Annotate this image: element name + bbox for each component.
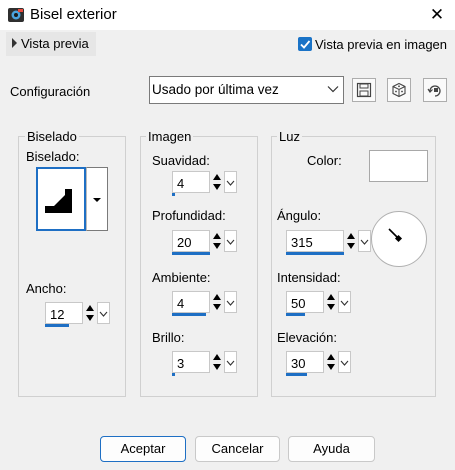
- chevron-down-icon: [226, 239, 235, 245]
- preview-in-image-checkbox[interactable]: [298, 37, 312, 51]
- reset-defaults-button[interactable]: [423, 78, 447, 102]
- angle-label: Ángulo:: [277, 208, 322, 223]
- spin-arrows-icon[interactable]: [345, 230, 357, 252]
- angle-slider-fill: [286, 252, 344, 255]
- spin-arrows-icon[interactable]: [325, 351, 337, 373]
- chevron-down-icon: [99, 311, 108, 317]
- chevron-down-icon: [340, 360, 349, 366]
- depth-slider-fill: [172, 252, 210, 255]
- ambience-value: 4: [177, 296, 185, 311]
- depth-label: Profundidad:: [152, 208, 226, 223]
- bevel-width-value: 12: [50, 307, 65, 322]
- angle-spinner[interactable]: 315: [286, 230, 371, 256]
- bevel-group-legend: Biselado: [25, 129, 79, 144]
- shininess-input[interactable]: 3: [172, 351, 210, 373]
- dice-icon: [392, 82, 406, 98]
- ambience-spinner[interactable]: 4: [172, 291, 237, 317]
- elevation-label: Elevación:: [277, 330, 337, 345]
- ok-button[interactable]: Aceptar: [100, 436, 186, 462]
- smoothness-input[interactable]: 4: [172, 171, 210, 193]
- spin-arrows-icon[interactable]: [84, 302, 96, 324]
- preview-toggle-label: Vista previa: [21, 36, 89, 51]
- chevron-down-icon: [226, 180, 235, 186]
- spin-arrows-icon[interactable]: [211, 171, 223, 193]
- bevel-shape-label: Biselado:: [26, 149, 80, 164]
- intensity-slider-fill: [286, 313, 305, 316]
- depth-input[interactable]: 20: [172, 230, 210, 252]
- save-preset-button[interactable]: [352, 78, 376, 102]
- angle-dial[interactable]: [371, 211, 427, 267]
- intensity-value: 50: [291, 296, 306, 311]
- smoothness-dropdown[interactable]: [224, 171, 237, 193]
- bevel-width-input[interactable]: 12: [45, 302, 83, 324]
- preview-in-image-label: Vista previa en imagen: [315, 37, 448, 52]
- elevation-spinner[interactable]: 30: [286, 351, 351, 377]
- light-color-swatch[interactable]: [369, 150, 428, 182]
- depth-value: 20: [177, 235, 192, 250]
- randomize-button[interactable]: [387, 78, 411, 102]
- bevel-width-label: Ancho:: [26, 281, 67, 296]
- save-icon: [356, 82, 372, 98]
- smoothness-label: Suavidad:: [152, 153, 210, 168]
- bevel-width-slider-fill: [45, 324, 69, 327]
- elevation-slider-fill: [286, 373, 307, 376]
- smoothness-value: 4: [177, 176, 185, 191]
- ambience-dropdown[interactable]: [224, 291, 237, 313]
- ambience-label: Ambiente:: [152, 270, 211, 285]
- chevron-down-icon: [360, 239, 369, 245]
- elevation-dropdown[interactable]: [338, 351, 351, 373]
- chevron-down-icon: [226, 300, 235, 306]
- caret-down-icon: [93, 198, 101, 202]
- light-group-legend: Luz: [277, 129, 302, 144]
- image-group-legend: Imagen: [146, 129, 194, 144]
- preset-value: Usado por última vez: [152, 82, 279, 97]
- smoothness-slider-fill: [172, 193, 175, 196]
- intensity-input[interactable]: 50: [286, 291, 324, 313]
- preset-select[interactable]: Usado por última vez: [149, 76, 344, 104]
- shininess-spinner[interactable]: 3: [172, 351, 237, 377]
- chevron-down-icon: [226, 360, 235, 366]
- shininess-slider-fill: [172, 373, 175, 376]
- shininess-value: 3: [177, 356, 185, 371]
- cancel-button[interactable]: Cancelar: [195, 436, 280, 462]
- chevron-right-icon: [12, 38, 17, 48]
- ambience-input[interactable]: 4: [172, 291, 210, 313]
- bevel-shape-icon: [45, 189, 72, 213]
- bevel-shape-dropdown[interactable]: [86, 167, 108, 231]
- light-color-label: Color:: [307, 153, 342, 168]
- window-title: Bisel exterior: [30, 6, 117, 23]
- bevel-width-dropdown[interactable]: [97, 302, 110, 324]
- shininess-dropdown[interactable]: [224, 351, 237, 373]
- spin-arrows-icon[interactable]: [325, 291, 337, 313]
- smoothness-spinner[interactable]: 4: [172, 171, 237, 197]
- checkmark-icon: [300, 40, 311, 49]
- chevron-down-icon: [340, 300, 349, 306]
- elevation-input[interactable]: 30: [286, 351, 324, 373]
- spin-arrows-icon[interactable]: [211, 351, 223, 373]
- bevel-shape-preview[interactable]: [36, 167, 86, 231]
- spin-arrows-icon[interactable]: [211, 230, 223, 252]
- angle-dial-needle-icon: [388, 228, 403, 243]
- depth-dropdown[interactable]: [224, 230, 237, 252]
- config-label: Configuración: [10, 84, 91, 99]
- intensity-label: Intensidad:: [277, 270, 341, 285]
- app-icon: [7, 6, 25, 24]
- shininess-label: Brillo:: [152, 330, 185, 345]
- bevel-width-spinner[interactable]: 12: [45, 302, 110, 328]
- angle-value: 315: [291, 235, 313, 250]
- intensity-spinner[interactable]: 50: [286, 291, 351, 317]
- angle-dropdown[interactable]: [358, 230, 371, 252]
- depth-spinner[interactable]: 20: [172, 230, 237, 256]
- preview-toggle-button[interactable]: Vista previa: [6, 32, 96, 56]
- intensity-dropdown[interactable]: [338, 291, 351, 313]
- ambience-slider-fill: [172, 313, 206, 316]
- close-icon[interactable]: ✕: [424, 3, 450, 27]
- reset-icon: [427, 85, 441, 97]
- elevation-value: 30: [291, 356, 306, 371]
- spin-arrows-icon[interactable]: [211, 291, 223, 313]
- help-button[interactable]: Ayuda: [288, 436, 375, 462]
- chevron-down-icon: [327, 86, 339, 93]
- angle-input[interactable]: 315: [286, 230, 344, 252]
